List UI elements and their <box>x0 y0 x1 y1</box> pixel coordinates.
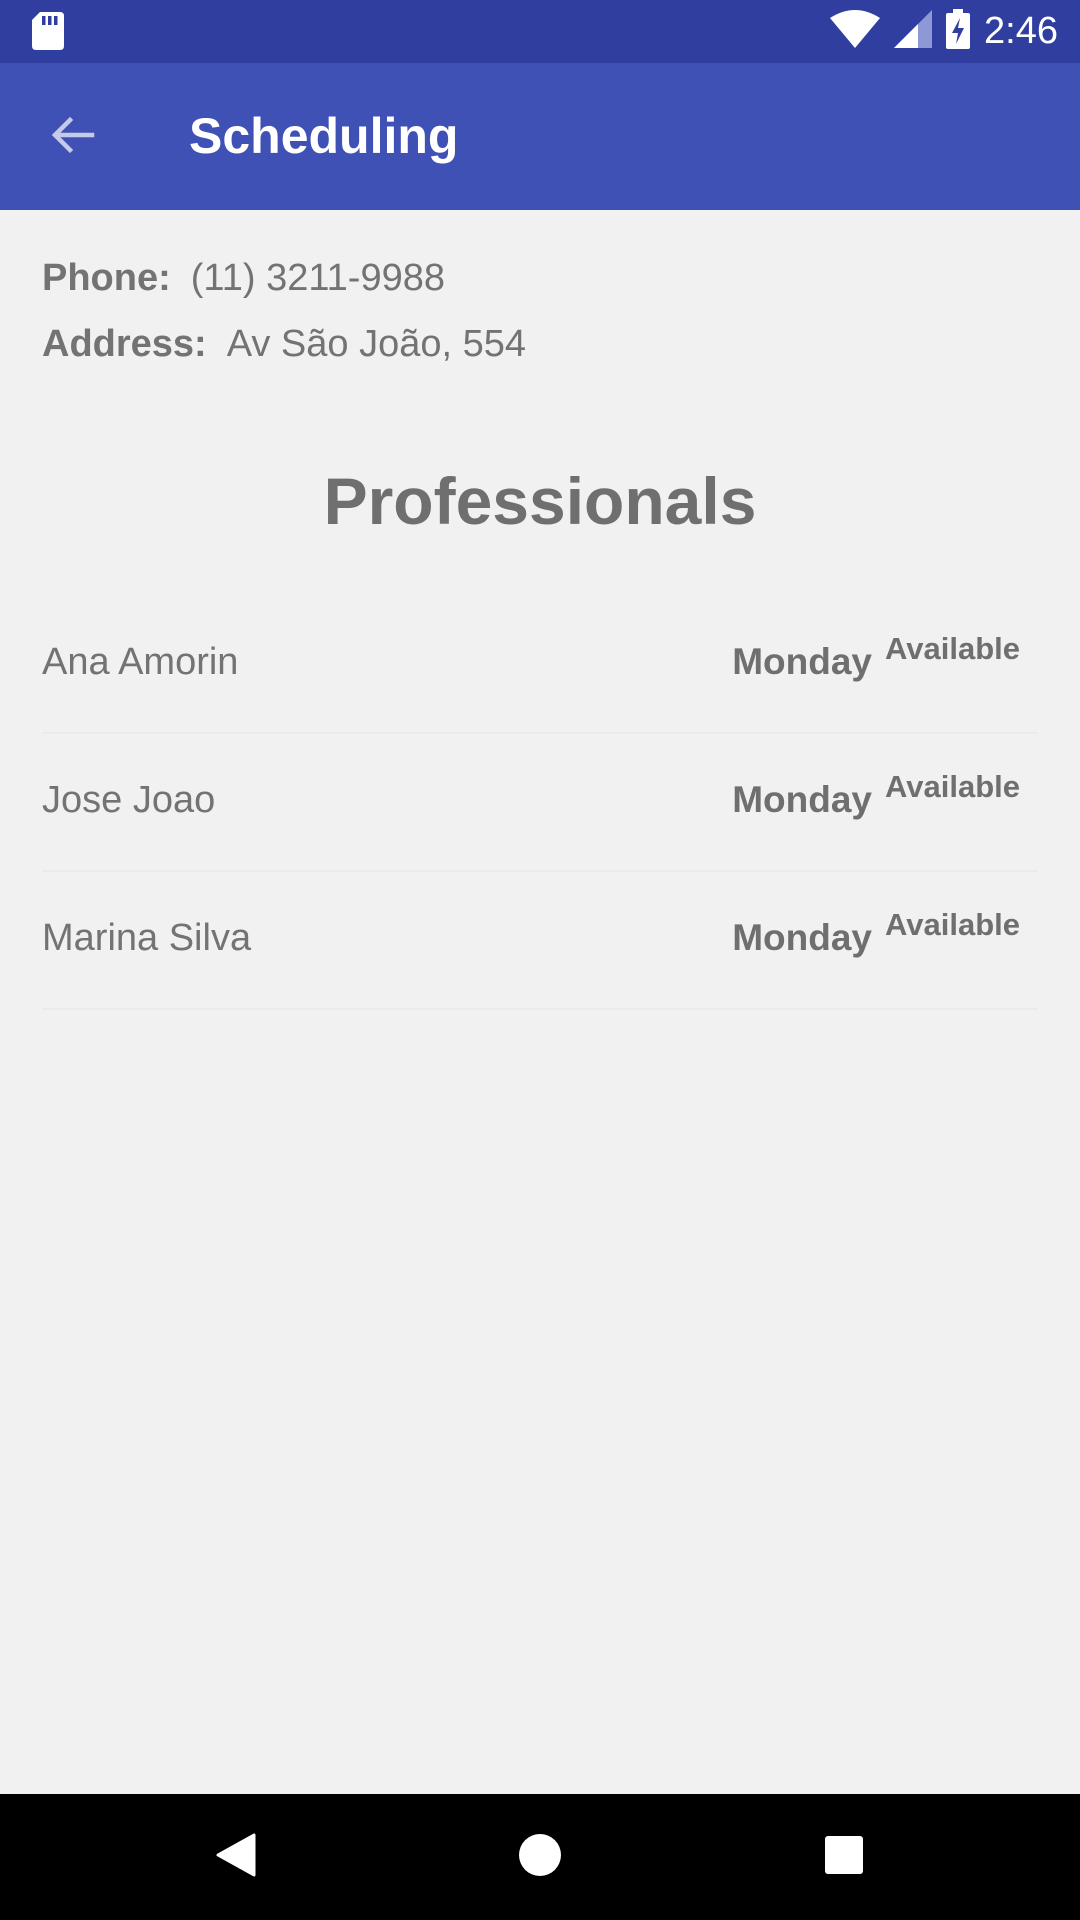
professional-status: Available <box>885 769 1020 804</box>
sd-card-icon <box>32 12 64 50</box>
professional-name: Jose Joao <box>42 779 216 821</box>
app-bar: Scheduling <box>0 63 1080 210</box>
page-title: Scheduling <box>189 108 459 164</box>
phone-value: (11) 3211-9988 <box>190 257 445 299</box>
professionals-title: Professionals <box>323 464 757 538</box>
professional-status: Available <box>885 907 1020 942</box>
professional-day: Monday <box>732 641 872 682</box>
screen: 2:46 Scheduling Phone: (11) 3211-9988 Add… <box>0 0 1080 1920</box>
professional-name: Ana Amorin <box>42 641 239 683</box>
list-item[interactable]: Jose Joao Monday Available <box>42 734 1038 872</box>
status-bar: 2:46 <box>0 0 1080 63</box>
professional-day: Monday <box>732 917 872 958</box>
address-value: Av São João, 554 <box>226 323 527 365</box>
phone-row: Phone: (11) 3211-9988 <box>42 250 526 316</box>
nav-recents-button[interactable] <box>804 1817 884 1897</box>
nav-recents-icon <box>824 1835 864 1880</box>
battery-charging-icon <box>946 9 971 54</box>
list-item[interactable]: Marina Silva Monday Available <box>42 872 1038 1010</box>
back-button[interactable] <box>36 101 108 173</box>
wifi-icon <box>830 10 881 53</box>
nav-back-button[interactable] <box>196 1817 276 1897</box>
professional-day: Monday <box>732 779 872 820</box>
phone-label: Phone: <box>42 257 171 299</box>
address-label: Address: <box>42 323 207 365</box>
nav-home-button[interactable] <box>500 1817 580 1897</box>
professional-status: Available <box>885 631 1020 666</box>
list-item[interactable]: Ana Amorin Monday Available <box>42 596 1038 734</box>
nav-home-icon <box>518 1833 562 1882</box>
contact-info: Phone: (11) 3211-9988 Address: Av São João… <box>42 250 526 382</box>
address-row: Address: Av São João, 554 <box>42 316 526 382</box>
status-icons: 2:46 <box>830 0 1058 63</box>
nav-back-icon <box>214 1831 258 1884</box>
arrow-back-icon <box>48 111 96 164</box>
professionals-list: Ana Amorin Monday Available Jose Joao Mo… <box>42 596 1038 1010</box>
navigation-bar <box>0 1794 1080 1920</box>
status-time: 2:46 <box>984 10 1058 52</box>
professional-name: Marina Silva <box>42 917 252 959</box>
signal-icon <box>894 10 933 53</box>
